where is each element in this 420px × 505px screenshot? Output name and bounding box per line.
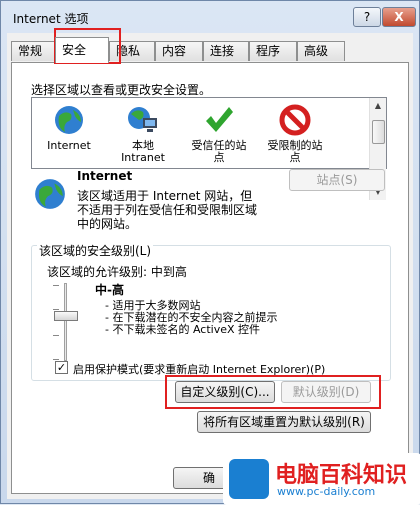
zone-restricted-sites[interactable]: 受限制的站 点 [260, 104, 330, 164]
scroll-up-icon[interactable]: ▲ [370, 98, 386, 114]
zone-label: 受限制的站 点 [267, 139, 323, 164]
check-icon [206, 107, 233, 132]
tab-security[interactable]: 安全 [55, 37, 109, 63]
checkmark-icon: ✓ [56, 361, 67, 374]
globe-icon [55, 106, 83, 134]
window-title: Internet 选项 [13, 12, 89, 26]
title-bar: Internet 选项 ? X [1, 1, 419, 33]
zone-internet[interactable]: Internet [34, 104, 104, 152]
protected-mode-label: 启用保护模式(要求重新启动 Internet Explorer)(P) [73, 363, 326, 376]
slider-thumb[interactable] [54, 311, 78, 321]
zone-description-line3: 中的网站。 [77, 217, 138, 231]
slider-tick [53, 285, 59, 286]
watermark-logo: 电脑百科知识 www.pc-daily.com [223, 453, 420, 505]
level-bullet-3: - 不下载未签名的 ActiveX 控件 [105, 323, 261, 336]
zone-local-intranet[interactable]: 本地 Intranet [108, 104, 178, 164]
local-intranet-icon [128, 107, 157, 132]
security-level-name: 中-高 [95, 283, 124, 297]
protected-mode-checkbox[interactable]: ✓ [55, 361, 68, 374]
monitor-icon [229, 459, 269, 499]
zone-label: 受信任的站 点 [191, 139, 247, 164]
selected-zone-globe-icon [35, 179, 65, 209]
close-button[interactable]: X [382, 7, 416, 27]
custom-level-button[interactable]: 自定义级别(C)... [175, 381, 275, 403]
sites-button[interactable]: 站点(S) [289, 169, 385, 191]
watermark-url: www.pc-daily.com [277, 485, 376, 498]
selected-zone-name: Internet [77, 169, 133, 183]
tab-content[interactable]: 内容 [155, 41, 203, 61]
security-level-group-title: 该区域的安全级别(L) [37, 242, 154, 259]
allowed-levels-label: 该区域的允许级别: 中到高 [47, 265, 187, 279]
scroll-thumb[interactable] [372, 120, 385, 144]
security-level-slider[interactable] [51, 283, 81, 363]
tab-programs[interactable]: 程序 [249, 41, 297, 61]
tab-general[interactable]: 常规 [11, 41, 55, 61]
tab-strip: 常规 安全 隐私 内容 连接 程序 高级 [11, 37, 411, 63]
default-level-button[interactable]: 默认级别(D) [281, 381, 371, 403]
forbidden-icon [279, 104, 311, 136]
slider-tick [53, 359, 59, 360]
internet-options-window: Internet 选项 ? X 常规 安全 隐私 内容 连接 程序 高级 选择区… [0, 0, 420, 505]
slider-tick [53, 309, 59, 310]
zone-instruction: 选择区域以查看或更改安全设置。 [31, 83, 212, 97]
zone-label: 本地 Intranet [121, 139, 165, 164]
help-button[interactable]: ? [353, 7, 381, 27]
zone-label: Internet [47, 139, 91, 152]
slider-tick [53, 335, 59, 336]
slider-track [64, 283, 67, 361]
tab-privacy[interactable]: 隐私 [109, 41, 155, 61]
zone-trusted-sites[interactable]: 受信任的站 点 [184, 104, 254, 164]
tab-connections[interactable]: 连接 [203, 41, 249, 61]
tab-advanced[interactable]: 高级 [297, 41, 345, 61]
reset-all-zones-button[interactable]: 将所有区域重置为默认级别(R) [197, 411, 371, 433]
zone-list: Internet 本地 Intranet 受信任的站 点 受限制的站 点 ▲ ▼ [31, 97, 387, 200]
